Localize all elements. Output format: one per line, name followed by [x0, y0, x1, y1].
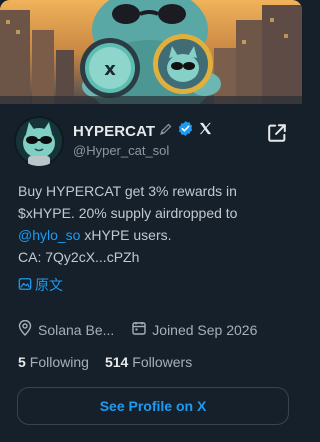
banner-illustration: x	[0, 0, 302, 104]
translate-label: 原文	[35, 277, 63, 293]
see-profile-button[interactable]: See Profile on X	[17, 387, 289, 425]
verified-badge-icon	[177, 120, 194, 142]
pencil-icon[interactable]	[159, 122, 173, 141]
follow-stats: 5 Following 514 Followers	[18, 354, 192, 370]
translate-icon	[18, 277, 32, 294]
bio-line-1: Buy HYPERCAT get 3% rewards in	[18, 183, 237, 199]
followers-link[interactable]: 514 Followers	[105, 354, 192, 370]
location-item: Solana Be...	[18, 319, 115, 339]
open-external-icon[interactable]	[266, 122, 288, 144]
calendar-icon	[132, 321, 146, 338]
name-row: HYPERCAT	[73, 120, 213, 142]
profile-avatar[interactable]	[14, 116, 64, 166]
bio-line-3-text: xHYPE users.	[80, 227, 172, 243]
profile-banner[interactable]: x	[0, 0, 302, 104]
profile-bio: Buy HYPERCAT get 3% rewards in $xHYPE. 2…	[18, 180, 288, 268]
translate-toggle[interactable]: 原文	[18, 275, 63, 295]
profile-meta: Solana Be... Joined Sep 2026	[18, 319, 257, 339]
followers-label: Followers	[132, 354, 193, 370]
display-name[interactable]: HYPERCAT	[73, 123, 155, 140]
following-count: 5	[18, 354, 26, 370]
avatar-cat-icon	[14, 116, 64, 166]
mention-link[interactable]: @hylo_so	[18, 227, 80, 243]
followers-count: 514	[104, 354, 129, 370]
location-text: Solana Be...	[38, 321, 115, 338]
bio-line-3: @hylo_so xHYPE users.	[18, 224, 288, 246]
x-logo-icon[interactable]	[198, 121, 213, 141]
joined-text: Joined Sep 2026	[152, 321, 258, 338]
profile-handle: @Hyper_cat_sol	[73, 143, 170, 158]
following-link[interactable]: 5 Following	[18, 354, 89, 370]
bio-line-4: CA: 7Qy2cX...cPZh	[18, 249, 140, 265]
profile-hover-card: x HYPERCAT @Hyper_cat_sol Buy HYPERCAT g…	[0, 0, 302, 442]
joined-item: Joined Sep 2026	[132, 321, 257, 338]
svg-text:x: x	[104, 59, 116, 80]
bio-line-2: $xHYPE. 20% supply airdropped to	[18, 205, 238, 221]
following-label: Following	[29, 354, 89, 370]
location-pin-icon	[18, 319, 32, 339]
